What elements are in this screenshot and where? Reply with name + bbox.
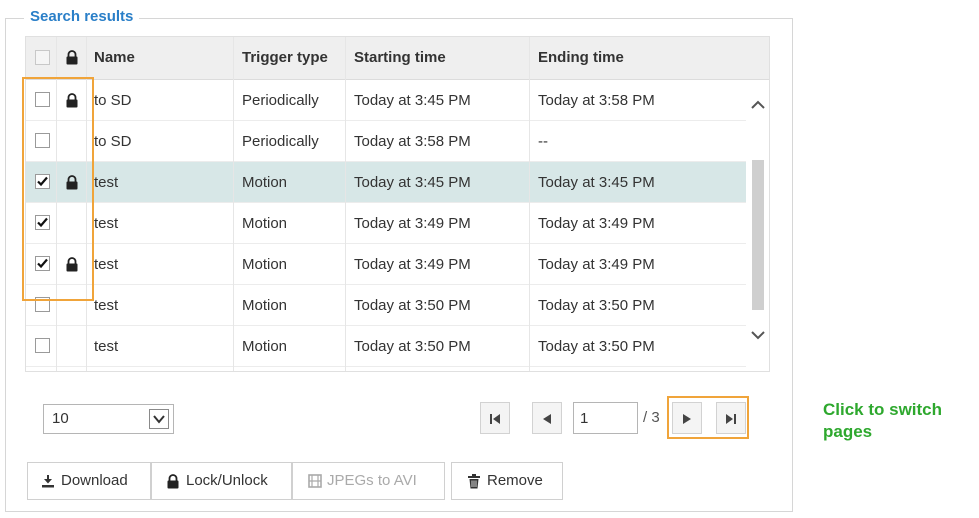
previous-page-icon (543, 414, 551, 424)
total-pages: / 3 (643, 409, 660, 426)
jpegs-to-avi-label: JPEGs to AVI (327, 472, 417, 489)
cell-name: test (94, 215, 119, 232)
table-row[interactable]: test Motion Today at 3:49 PM Today at 3:49 … (26, 244, 746, 285)
cell-ending-time: Today at 3:49 PM (538, 256, 655, 273)
column-header-name[interactable]: Name (94, 37, 135, 79)
cell-name: test (94, 297, 119, 314)
click-to-switch-pages-annotation: Click to switch pages (823, 400, 943, 441)
table-row[interactable]: test Motion Today at 3:49 PM Today at 3:49 … (26, 203, 746, 244)
cell-ending-time: -- (538, 133, 548, 150)
column-header-trigger-type[interactable]: Trigger type (242, 37, 328, 79)
table-row[interactable]: test Motion Today at 3:50 PM Today at 3:50 … (26, 285, 746, 326)
table-row[interactable]: to SD Periodically Today at 3:58 PM -- (26, 121, 746, 162)
previous-page-button[interactable] (532, 402, 562, 434)
lock-icon (66, 50, 78, 65)
cell-starting-time: Today at 3:58 PM (354, 133, 471, 150)
chevron-down-icon[interactable] (751, 330, 765, 340)
first-page-button[interactable] (480, 402, 510, 434)
cell-starting-time: Today at 3:49 PM (354, 215, 471, 232)
cell-starting-time: Today at 3:45 PM (354, 92, 471, 109)
lock-unlock-label: Lock/Unlock (186, 472, 268, 489)
download-label: Download (61, 472, 128, 489)
cell-trigger-type: Motion (242, 174, 288, 191)
cell-trigger-type: Periodically (242, 133, 319, 150)
trash-icon (468, 474, 480, 489)
cell-starting-time: Today at 3:50 PM (354, 338, 471, 355)
page-number-input[interactable] (573, 402, 638, 434)
cell-name: test (94, 174, 119, 191)
lock-icon (167, 474, 179, 489)
panel-title: Search results (24, 8, 140, 25)
cell-starting-time: Today at 3:50 PM (354, 297, 471, 314)
grid-header: Name Trigger type Starting time Ending t… (26, 37, 769, 80)
table-row[interactable]: test Motion Today at 3:50 PM Today at 3:50 … (26, 326, 746, 367)
download-icon (42, 475, 54, 488)
vertical-scrollbar[interactable] (746, 80, 769, 371)
cell-name: test (94, 256, 119, 273)
row-checkbox[interactable] (35, 338, 50, 353)
results-grid: Name Trigger type Starting time Ending t… (25, 36, 770, 372)
cell-starting-time: Today at 3:45 PM (354, 174, 471, 191)
cell-trigger-type: Motion (242, 215, 288, 232)
cell-trigger-type: Motion (242, 338, 288, 355)
remove-label: Remove (487, 472, 543, 489)
first-page-icon (490, 414, 500, 424)
chevron-down-icon[interactable] (149, 409, 169, 429)
cell-ending-time: Today at 3:50 PM (538, 338, 655, 355)
chevron-up-icon[interactable] (751, 100, 765, 110)
checkbox-lock-highlight-box (22, 77, 94, 301)
page-size-value: 10 (52, 410, 69, 427)
cell-ending-time: Today at 3:58 PM (538, 92, 655, 109)
lock-unlock-button[interactable]: Lock/Unlock (151, 462, 292, 500)
remove-button[interactable]: Remove (451, 462, 563, 500)
film-icon (308, 474, 322, 488)
cell-trigger-type: Motion (242, 256, 288, 273)
cell-ending-time: Today at 3:45 PM (538, 174, 655, 191)
column-header-ending-time[interactable]: Ending time (538, 37, 624, 79)
column-divider (529, 37, 530, 371)
cell-ending-time: Today at 3:49 PM (538, 215, 655, 232)
jpegs-to-avi-button[interactable]: JPEGs to AVI (292, 462, 445, 500)
page-switch-highlight-box (667, 396, 749, 439)
select-all-checkbox[interactable] (35, 50, 50, 65)
cell-starting-time: Today at 3:49 PM (354, 256, 471, 273)
column-header-starting-time[interactable]: Starting time (354, 37, 446, 79)
table-row[interactable]: test Motion Today at 3:45 PM Today at 3:45 … (26, 162, 746, 203)
cell-name: to SD (94, 133, 132, 150)
page-size-select[interactable]: 10 (43, 404, 174, 434)
cell-ending-time: Today at 3:50 PM (538, 297, 655, 314)
cell-name: to SD (94, 92, 132, 109)
scrollbar-thumb[interactable] (752, 160, 764, 310)
column-divider (345, 37, 346, 371)
cell-trigger-type: Periodically (242, 92, 319, 109)
column-divider (233, 37, 234, 371)
table-row[interactable]: to SD Periodically Today at 3:45 PM Today a… (26, 80, 746, 121)
download-button[interactable]: Download (27, 462, 151, 500)
cell-trigger-type: Motion (242, 297, 288, 314)
cell-name: test (94, 338, 119, 355)
